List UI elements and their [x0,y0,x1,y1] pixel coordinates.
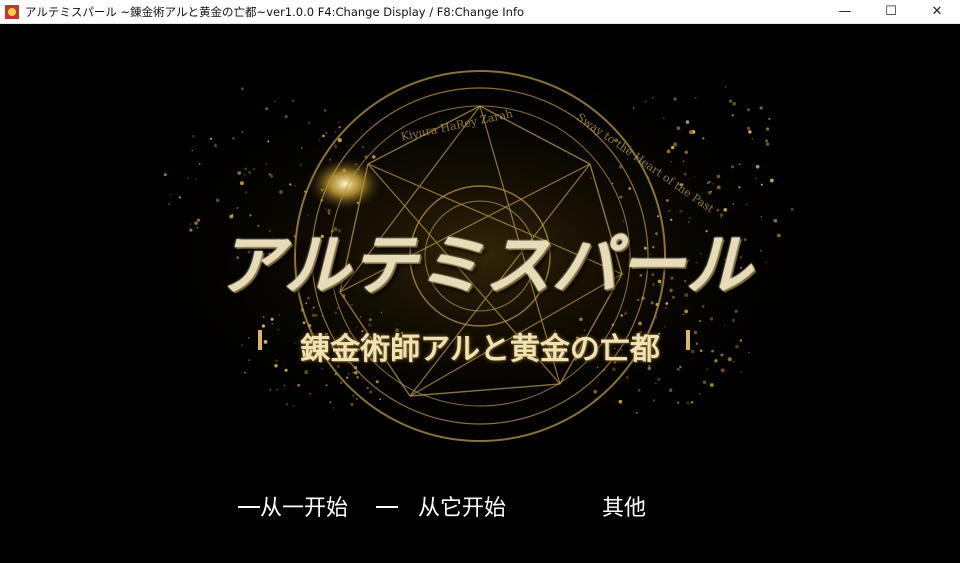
menu-continue[interactable]: 从它开始 [418,490,506,522]
subtitle-ornament-right [686,330,690,350]
subtitle-ornament-left [258,330,262,350]
window-title: アルテミスパール ~錬金術アルと黄金の亡都~ver1.0.0 F4:Change… [25,4,525,19]
minimize-button[interactable]: — [822,0,868,24]
game-logo-subtitle: 錬金術師アルと黄金の亡都 [300,332,660,367]
menu-separator-dash [376,506,398,508]
menu-cursor-dash [238,506,260,508]
menu-new-game[interactable]: 从一开始 [260,490,348,522]
window-controls: — ☐ ✕ [822,0,960,24]
game-screen: Kiyura HaRey Zarah Sway to the Heart of … [0,24,960,563]
window-titlebar: アルテミスパール ~錬金術アルと黄金の亡都~ver1.0.0 F4:Change… [0,0,960,24]
sparkle-burst [305,156,385,212]
game-logo-title: アルテミスパール [217,226,753,304]
maximize-button[interactable]: ☐ [868,0,914,24]
menu-other[interactable]: 其他 [602,490,646,522]
close-button[interactable]: ✕ [914,0,960,24]
app-icon [5,4,19,19]
